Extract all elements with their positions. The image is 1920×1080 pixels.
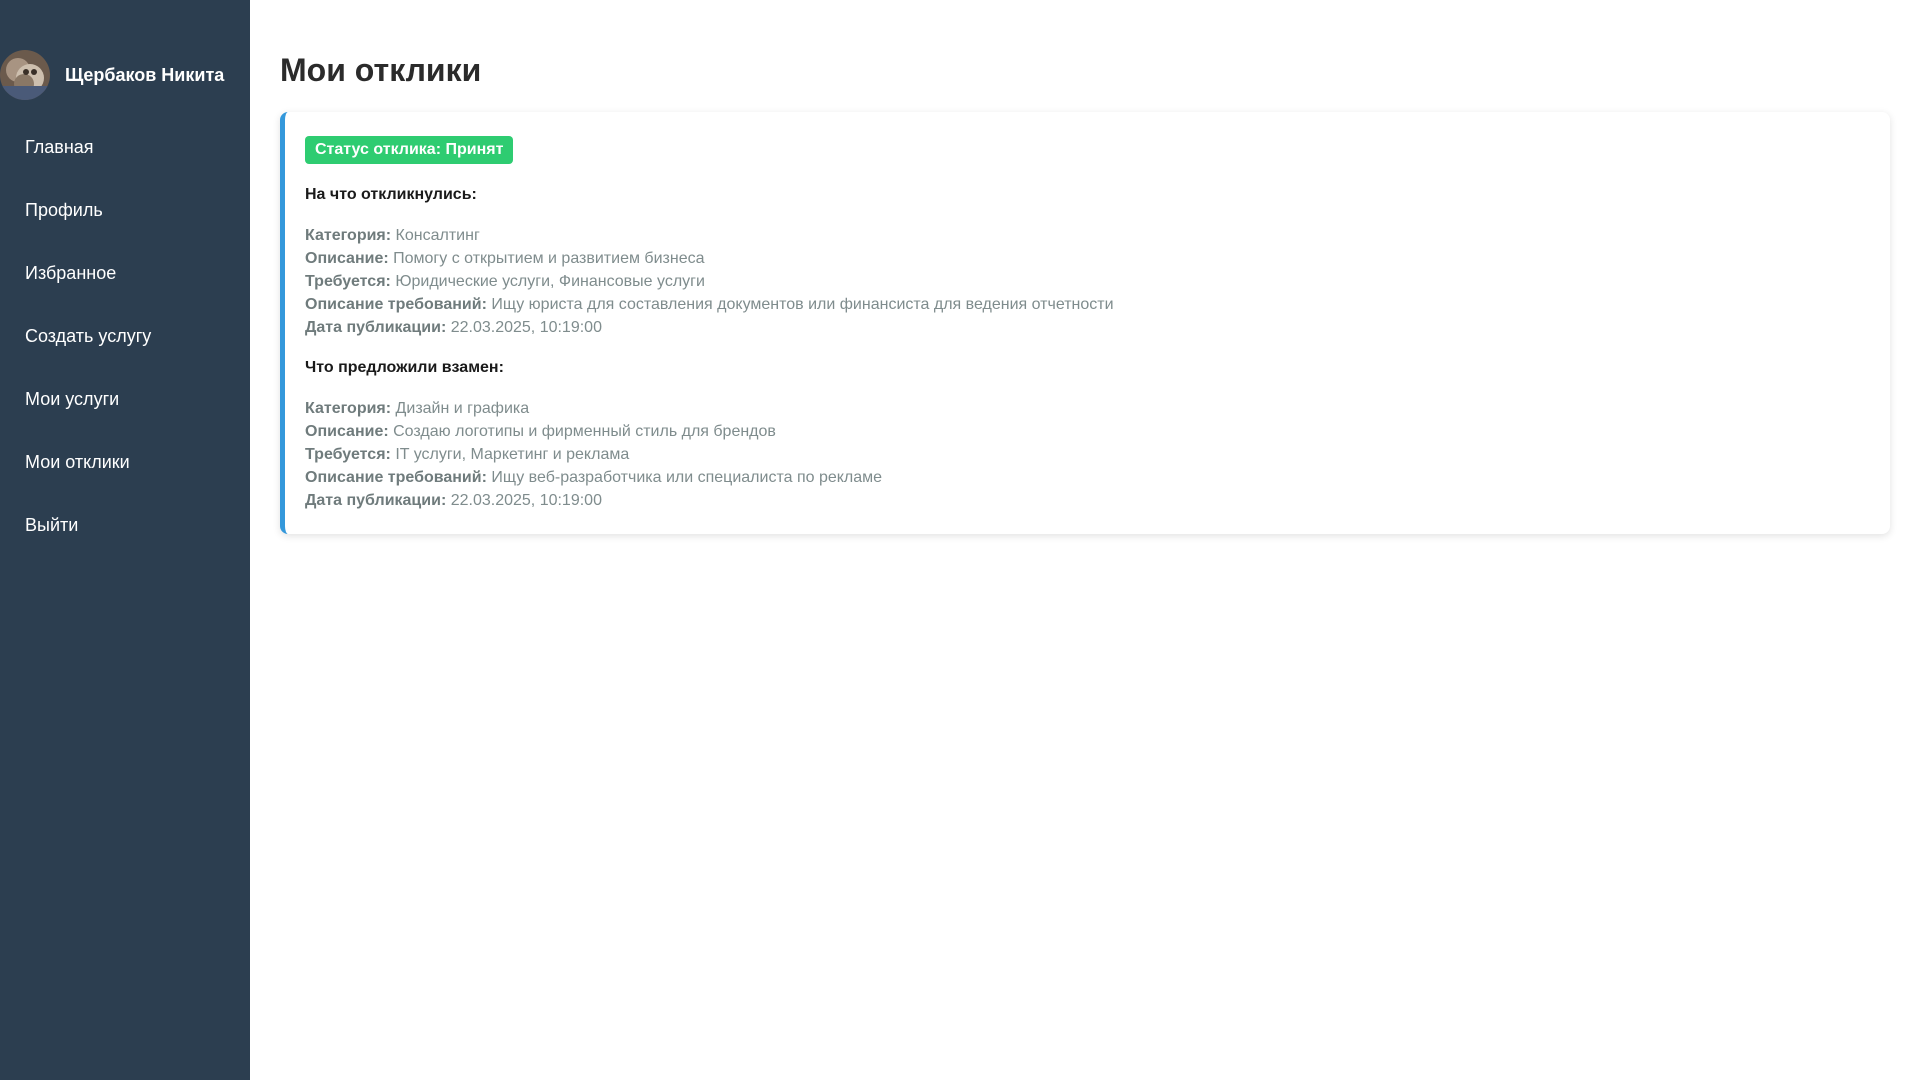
sidebar-item-create-service[interactable]: Создать услугу [0,305,250,368]
sidebar-item-home[interactable]: Главная [0,116,250,179]
target-description-value: Помогу с открытием и развитием бизнеса [393,250,705,267]
avatar[interactable] [0,50,50,100]
target-date-value: 22.03.2025, 10:19:00 [450,319,602,336]
target-description-row: Описание: Помогу с открытием и развитием… [305,247,1870,270]
target-category-value: Консалтинг [395,227,480,244]
offer-details: Категория: Дизайн и графика Описание: Со… [305,397,1870,512]
target-date-label: Дата публикации: [305,319,447,336]
user-name: Щербаков Никита [65,64,225,85]
target-required-label: Требуется: [305,273,391,290]
offer-required-value: IT услуги, Маркетинг и реклама [395,446,630,463]
offer-description-row: Описание: Создаю логотипы и фирменный ст… [305,420,1870,443]
target-requirements-row: Описание требований: Ищу юриста для сост… [305,293,1870,316]
page-title: Мои отклики [280,52,482,88]
offer-date-row: Дата публикации: 22.03.2025, 10:19:00 [305,489,1870,512]
status-badge: Статус отклика: Принят [305,136,514,164]
target-description-label: Описание: [305,250,389,267]
offer-requirements-value: Ищу веб-разработчика или специалиста по … [491,469,883,486]
app-layout: Щербаков Никита Главная Профиль Избранно… [0,0,1920,1080]
target-requirements-value: Ищу юриста для составления документов ил… [491,296,1114,313]
offer-description-value: Создаю логотипы и фирменный стиль для бр… [393,423,776,440]
offer-required-label: Требуется: [305,446,391,463]
offer-category-row: Категория: Дизайн и графика [305,397,1870,420]
offer-category-value: Дизайн и графика [395,400,530,417]
main-content: Мои отклики Статус отклика: Принят На чт… [250,0,1920,1080]
target-requirements-label: Описание требований: [305,296,487,313]
sidebar: Щербаков Никита Главная Профиль Избранно… [0,0,250,1080]
offer-requirements-row: Описание требований: Ищу веб-разработчик… [305,466,1870,489]
sidebar-nav: Главная Профиль Избранное Создать услугу… [0,116,250,557]
target-category-label: Категория: [305,227,392,244]
sidebar-item-logout[interactable]: Выйти [0,494,250,557]
offer-date-label: Дата публикации: [305,492,447,509]
sidebar-item-my-responses[interactable]: Мои отклики [0,431,250,494]
offer-category-label: Категория: [305,400,392,417]
offer-date-value: 22.03.2025, 10:19:00 [450,492,602,509]
target-section-title: На что откликнулись: [305,186,477,203]
offer-description-label: Описание: [305,423,389,440]
target-date-row: Дата публикации: 22.03.2025, 10:19:00 [305,316,1870,339]
target-required-row: Требуется: Юридические услуги, Финансовы… [305,270,1870,293]
sidebar-item-profile[interactable]: Профиль [0,179,250,242]
target-required-value: Юридические услуги, Финансовые услуги [395,273,705,290]
offer-required-row: Требуется: IT услуги, Маркетинг и реклам… [305,443,1870,466]
response-card: Статус отклика: Принят На что откликнули… [280,112,1890,534]
sidebar-item-favorites[interactable]: Избранное [0,242,250,305]
offer-requirements-label: Описание требований: [305,469,487,486]
target-details: Категория: Консалтинг Описание: Помогу с… [305,224,1870,339]
target-category-row: Категория: Консалтинг [305,224,1870,247]
sidebar-item-my-services[interactable]: Мои услуги [0,368,250,431]
offer-section-title: Что предложили взамен: [305,359,504,376]
user-block: Щербаков Никита [0,49,250,101]
